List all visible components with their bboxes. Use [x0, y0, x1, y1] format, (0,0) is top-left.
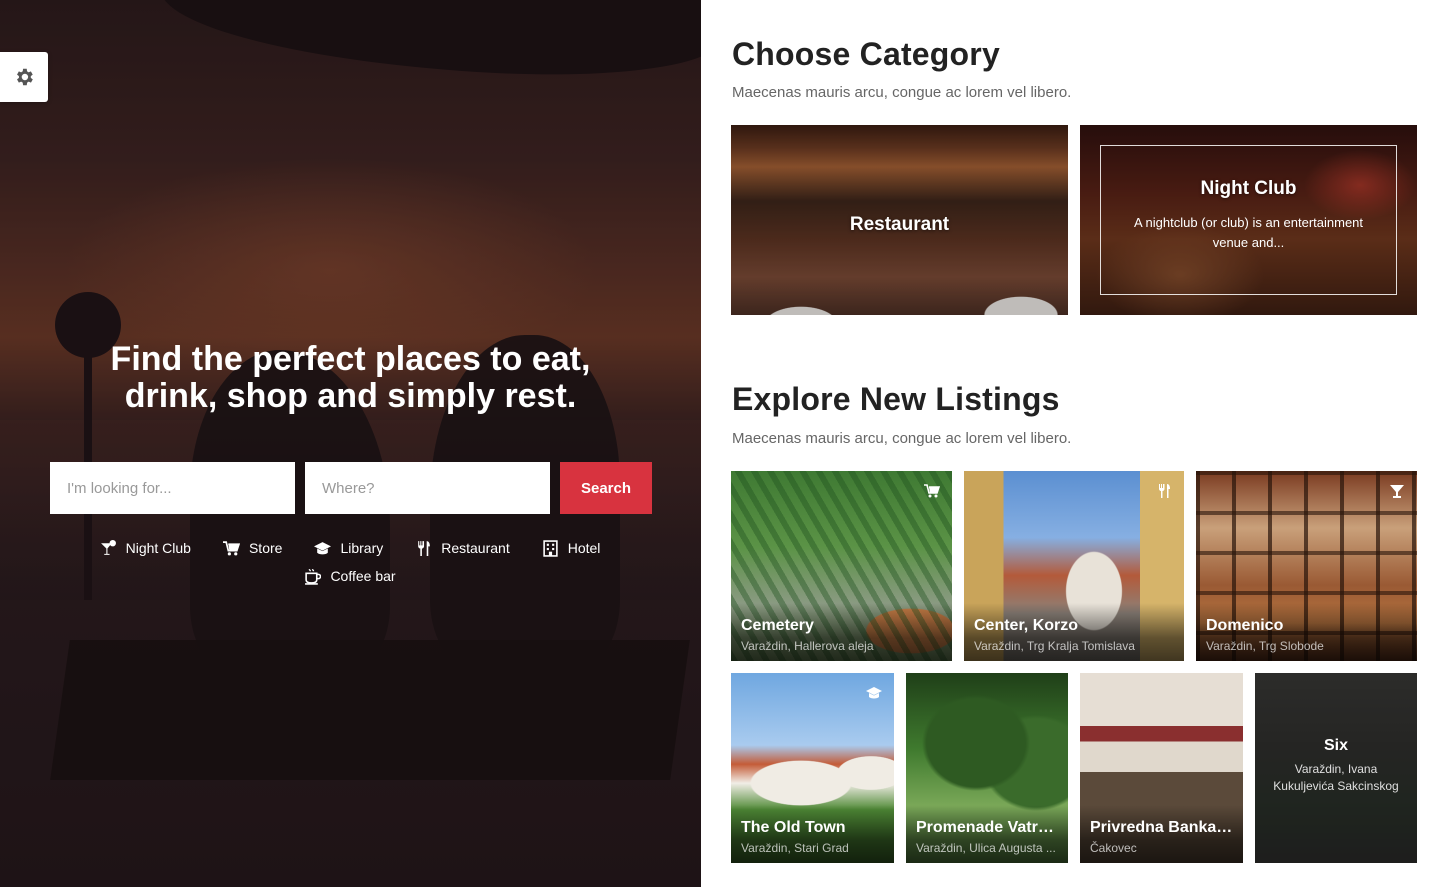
listing-address: Čakovec: [1090, 841, 1137, 855]
category-link-label: Restaurant: [441, 540, 510, 556]
category-card-restaurant[interactable]: Restaurant: [731, 125, 1068, 315]
category-card-label: Restaurant: [849, 214, 950, 235]
category-link-restaurant[interactable]: Restaurant: [415, 540, 510, 556]
listing-address: Varaždin, Hallerova aleja: [741, 639, 874, 653]
listing-card[interactable]: The Old Town Varaždin, Stari Grad: [731, 673, 894, 863]
what-search-input[interactable]: [50, 462, 295, 514]
building-icon: [543, 539, 558, 557]
category-link-hotel[interactable]: Hotel: [542, 539, 601, 557]
listing-name: The Old Town: [741, 819, 846, 836]
hero-title: Find the perfect places to eat, drink, s…: [0, 341, 701, 415]
listing-address: Varaždin, Ivana Kukuljevića Sakcinskog: [1273, 762, 1399, 793]
cocktail-icon: [1389, 483, 1405, 499]
category-link-label: Hotel: [567, 540, 601, 556]
listing-name: Center, Korzo: [974, 617, 1079, 634]
hero-title-line-2: drink, shop and simply rest.: [124, 377, 577, 415]
where-search-input[interactable]: [305, 462, 550, 514]
graduation-cap-icon: [314, 541, 332, 554]
category-link-label: Coffee bar: [330, 568, 396, 584]
listing-address: Varaždin, Stari Grad: [741, 841, 849, 855]
listing-caption: The Old Town Varaždin, Stari Grad: [731, 805, 894, 863]
choose-category-subtitle: Maecenas mauris arcu, congue ac lorem ve…: [732, 84, 1072, 101]
listing-name: Domenico: [1206, 617, 1284, 634]
listing-caption: Privredna Banka Z... Čakovec: [1080, 805, 1243, 863]
listing-name: Cemetery: [741, 617, 814, 634]
search-form: Search: [50, 462, 652, 514]
listing-caption: Domenico Varaždin, Trg Slobode: [1196, 603, 1417, 661]
listing-caption: Cemetery Varaždin, Hallerova aleja: [731, 603, 952, 661]
listing-caption: Promenade Vatro... Varaždin, Ulica Augus…: [906, 805, 1068, 863]
main-content: Choose Category Maecenas mauris arcu, co…: [701, 0, 1431, 887]
listing-name: Privredna Banka Z...: [1090, 819, 1233, 836]
category-link-coffee-bar[interactable]: Coffee bar: [304, 568, 396, 585]
cart-icon: [222, 540, 240, 555]
listing-caption: Center, Korzo Varaždin, Trg Kralja Tomis…: [964, 603, 1184, 661]
hero-title-line-1: Find the perfect places to eat,: [110, 340, 591, 378]
quick-category-links: Night Club Store Library Restaurant Hote…: [80, 539, 620, 585]
cocktail-icon: [100, 539, 116, 555]
category-card-night-club[interactable]: Night Club A nightclub (or club) is an e…: [1080, 125, 1417, 315]
listing-card[interactable]: Center, Korzo Varaždin, Trg Kralja Tomis…: [964, 471, 1184, 661]
coffee-cup-icon: [305, 568, 322, 585]
listing-address: Varaždin, Trg Slobode: [1206, 639, 1324, 653]
cart-icon: [924, 483, 941, 499]
category-link-night-club[interactable]: Night Club: [100, 539, 191, 556]
category-link-library[interactable]: Library: [314, 540, 383, 556]
hero-section: Find the perfect places to eat, drink, s…: [0, 0, 701, 887]
listing-card[interactable]: Domenico Varaždin, Trg Slobode: [1196, 471, 1417, 661]
hero-background-shade: [0, 0, 701, 887]
listing-hover-text: Six Varaždin, Ivana Kukuljevića Sakcinsk…: [1263, 737, 1409, 795]
listing-name: Promenade Vatro...: [916, 819, 1058, 836]
category-link-label: Night Club: [125, 540, 191, 556]
listing-card[interactable]: Six Varaždin, Ivana Kukuljevića Sakcinsk…: [1255, 673, 1417, 863]
category-link-store[interactable]: Store: [222, 540, 283, 556]
listing-address: Varaždin, Ulica Augusta ...: [916, 841, 1056, 855]
listing-card[interactable]: Cemetery Varaždin, Hallerova aleja: [731, 471, 952, 661]
category-link-label: Store: [248, 540, 283, 556]
choose-category-title: Choose Category: [732, 36, 1000, 72]
gear-icon: [17, 68, 33, 86]
listing-card[interactable]: Promenade Vatro... Varaždin, Ulica Augus…: [906, 673, 1068, 863]
fork-knife-icon: [1156, 483, 1172, 499]
category-card-description: A nightclub (or club) is an entertainmen…: [1133, 215, 1364, 250]
listing-address: Varaždin, Trg Kralja Tomislava: [974, 639, 1135, 653]
explore-listings-subtitle: Maecenas mauris arcu, congue ac lorem ve…: [732, 430, 1072, 447]
listing-card[interactable]: Privredna Banka Z... Čakovec: [1080, 673, 1243, 863]
category-card-label: Night Club: [1200, 178, 1297, 199]
fork-knife-icon: [418, 540, 431, 556]
search-button[interactable]: Search: [560, 462, 652, 514]
graduation-cap-icon: [866, 685, 882, 701]
settings-toggle-button[interactable]: [0, 52, 48, 102]
category-link-label: Library: [340, 540, 384, 556]
explore-listings-title: Explore New Listings: [732, 381, 1060, 417]
listing-name: Six: [1323, 737, 1348, 754]
